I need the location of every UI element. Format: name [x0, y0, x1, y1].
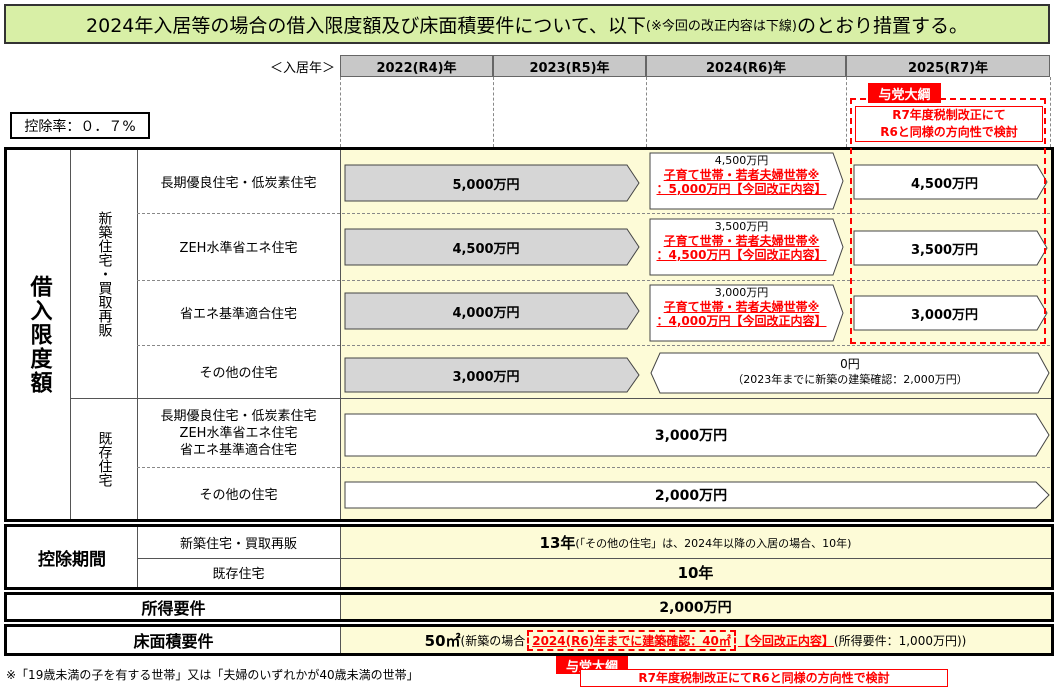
column-divider — [70, 150, 71, 519]
row-label-energy-standard: 省エネ基準適合住宅 — [179, 307, 297, 322]
floor-area-value: 50㎡ (新築の場合 2024(R6)年までに建築確認：40㎡ 【今回改正内容】… — [340, 627, 1051, 653]
limit-existing-other-arrow: 2,000万円 — [344, 481, 1050, 509]
footnote: ※「19歳未満の子を有する世帯」又は「夫婦のいずれかが40歳未満の世帯」 — [6, 668, 419, 682]
r6-change: ：4,500万円【今回改正内容】 — [656, 248, 827, 262]
move-in-year-label: ＜入居年＞ — [269, 61, 335, 76]
r6-change: ：5,000万円【今回改正内容】 — [656, 182, 827, 196]
deduction-rate: 控除率：０．７% — [10, 112, 150, 139]
r6-target-households: 子育て世帯・若者夫婦世帯※ — [663, 300, 820, 314]
r6-target-households: 子育て世帯・若者夫婦世帯※ — [663, 168, 820, 182]
column-divider — [340, 77, 341, 147]
r6-target-households: 子育て世帯・若者夫婦世帯※ — [663, 234, 820, 248]
year-2022-header: 2022(R4)年 — [340, 55, 493, 77]
period-years: 13年 — [539, 534, 576, 552]
row-label-zeh: ZEH水準省エネ住宅 — [179, 241, 298, 256]
limit-2024-text: 4,500万円 子育て世帯・若者夫婦世帯※ ：5,000万円【今回改正内容】 — [649, 154, 834, 196]
existing-housing-label: 既存住宅 — [96, 430, 113, 487]
column-divider — [493, 77, 494, 147]
row-label-other: その他の住宅 — [199, 366, 278, 381]
row-label-long-term: 長期優良住宅・低炭素住宅 — [160, 176, 317, 191]
column-divider — [846, 77, 847, 147]
other-value: 0円 — [840, 357, 860, 371]
floor-r6-change: 2024(R6)年までに建築確認：40㎡ — [527, 629, 736, 651]
row-divider — [70, 398, 1051, 399]
period-existing-label: 既存住宅 — [212, 567, 265, 582]
existing-type-long-term: 長期優良住宅・低炭素住宅 — [160, 409, 317, 424]
limit-arrow-long-term: 5,000万円 — [344, 164, 640, 202]
borrowing-limit-label: 借入限度額 — [26, 274, 52, 395]
floor-r7-review-note: R7年度税制改正にてR6と同様の方向性で検討 — [580, 669, 948, 687]
r7-note-line: R6と同様の方向性で検討 — [880, 125, 1018, 139]
period-existing-value: 10年 — [677, 564, 714, 582]
limit-value: 3,000万円 — [654, 428, 728, 444]
page-title: 2024年入居等の場合の借入限度額及び床面積要件について、以下 (※今回の改正内容… — [4, 4, 1050, 44]
row-label-existing-eco: 長期優良住宅・低炭素住宅 ZEH水準省エネ住宅 省エネ基準適合住宅 — [137, 400, 340, 467]
row-label-existing-other: その他の住宅 — [199, 487, 278, 503]
year-2024-header: 2024(R6)年 — [646, 55, 846, 77]
deduction-period-label: 控除期間 — [38, 549, 106, 570]
column-divider — [340, 150, 341, 519]
limit-existing-eco-arrow: 3,000万円 — [344, 413, 1050, 457]
r7-note-line: R7年度税制改正にて — [638, 671, 752, 685]
limit-value: 4,500万円 — [452, 241, 520, 257]
period-note: (「その他の住宅」は、2024年以降の入居の場合、10年) — [575, 536, 852, 550]
floor-area-label: 床面積要件 — [133, 632, 214, 651]
r7-note-line: R6と同様の方向性で検討 — [752, 671, 890, 685]
r7-review-note: R7年度税制改正にて R6と同様の方向性で検討 — [855, 106, 1043, 142]
existing-type-zeh: ZEH水準省エネ住宅 — [179, 426, 298, 441]
income-requirement-label: 所得要件 — [141, 599, 206, 618]
period-new-value: 13年 (「その他の住宅」は、2024年以降の入居の場合、10年) — [340, 527, 1051, 558]
period-new-label: 新築住宅・買取再販 — [179, 537, 297, 552]
r6-change: ：4,000万円【今回改正内容】 — [656, 314, 827, 328]
year-2025-header: 2025(R7)年 — [846, 55, 1050, 77]
year-2023-header: 2023(R5)年 — [493, 55, 646, 77]
column-divider — [646, 77, 647, 147]
column-divider — [1050, 77, 1051, 147]
limit-value: 3,000万円 — [452, 369, 520, 385]
floor-area-min: 50㎡ — [424, 631, 461, 650]
limit-value: 2,000万円 — [654, 488, 728, 504]
floor-note: (所得要件：1,000万円)) — [833, 633, 967, 648]
limit-value: 4,000万円 — [452, 305, 520, 321]
income-requirement-value: 2,000万円 — [659, 600, 732, 616]
existing-type-energy: 省エネ基準適合住宅 — [179, 443, 297, 458]
limit-arrow-other: 3,000万円 — [344, 357, 640, 393]
other-note: （2023年までに新築の建築確認：2,000万円） — [732, 373, 968, 386]
ruling-party-outline-badge: 与党大綱 — [868, 83, 941, 103]
r6-base-value: 4,500万円 — [714, 154, 769, 167]
limit-value: 5,000万円 — [452, 177, 520, 193]
r7-note-line: R7年度税制改正にて — [892, 108, 1006, 122]
r6-base-value: 3,500万円 — [714, 220, 769, 233]
limit-arrow-energy: 4,000万円 — [344, 292, 640, 330]
limit-2024-text: 3,500万円 子育て世帯・若者夫婦世帯※ ：4,500万円【今回改正内容】 — [649, 220, 834, 262]
limit-2024-text: 3,000万円 子育て世帯・若者夫婦世帯※ ：4,000万円【今回改正内容】 — [649, 286, 834, 328]
floor-note: (新築の場合 — [460, 633, 526, 648]
floor-change-tag: 【今回改正内容】 — [737, 633, 834, 648]
limit-arrow-zeh: 4,500万円 — [344, 228, 640, 266]
new-housing-label: 新築住宅・買取再販 — [96, 211, 113, 337]
limit-other-2024-text: 0円 （2023年までに新築の建築確認：2,000万円） — [650, 357, 1050, 387]
r6-base-value: 3,000万円 — [714, 286, 769, 299]
